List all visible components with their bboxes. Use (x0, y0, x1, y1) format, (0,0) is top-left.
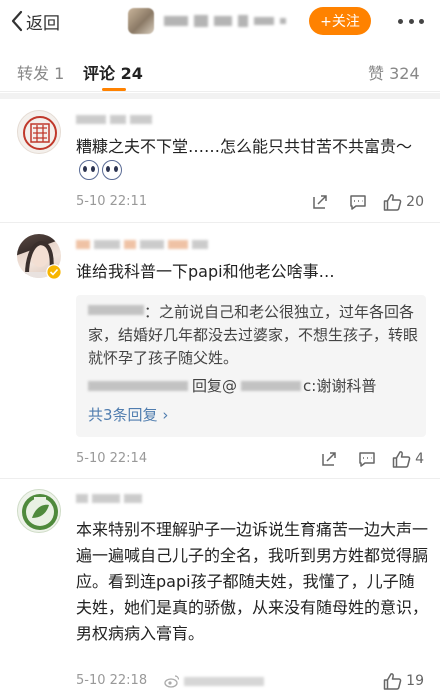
reply-text: ：之前说自己和老公很独立，过年各回各家，结婚好几年都没去过婆家，不想生孩子，转眼… (88, 303, 419, 367)
comment-icon[interactable] (348, 449, 386, 469)
comment-text: 谁给我科普一下papi和他老公啥事… (76, 262, 335, 281)
back-button[interactable]: 返回 (10, 8, 60, 34)
top-bar: 返回 +关注 (0, 0, 440, 44)
emoji-icon (79, 160, 99, 180)
thumbs-up-icon (383, 194, 402, 211)
share-icon[interactable] (310, 449, 348, 469)
username-redacted[interactable] (76, 494, 142, 503)
reply-preview[interactable]: ：之前说自己和老公很独立，过年各回各家，结婚好几年都没去过婆家，不想生孩子，转眼… (76, 295, 426, 437)
tab-comments[interactable]: 评论 24 (83, 60, 143, 84)
tab-bar: 转发 1 评论 24 赞 324 (0, 50, 440, 92)
active-tab-indicator (102, 88, 126, 91)
tab-likes[interactable]: 赞 324 (368, 60, 420, 84)
comment-timestamp: 5-10 22:18 (76, 673, 148, 688)
comment-text: 本来特别不理解驴子一边诉说生育痛苦一边大声一遍一遍喊自己儿子的全名，我听到男方姓… (76, 520, 429, 643)
back-label: 返回 (26, 13, 60, 34)
avatar[interactable] (17, 110, 61, 154)
avatar[interactable] (17, 489, 61, 533)
like-button[interactable]: 20 (383, 193, 424, 211)
follow-button[interactable]: +关注 (309, 7, 371, 35)
divider (0, 478, 440, 479)
comment-icon[interactable] (339, 192, 377, 212)
tab-repost[interactable]: 转发 1 (17, 60, 64, 84)
like-count: 19 (406, 673, 424, 689)
emoji-icon (102, 160, 122, 180)
verified-badge-icon (46, 264, 62, 280)
like-button[interactable]: 4 (392, 450, 424, 468)
thumbs-up-icon (383, 673, 402, 690)
green-badge-avatar-image (22, 494, 58, 530)
username-redacted[interactable] (76, 115, 152, 124)
divider (0, 222, 440, 223)
comment-timestamp: 5-10 22:14 (76, 451, 148, 466)
thumbs-up-icon (392, 451, 411, 468)
watermark (164, 674, 264, 688)
weibo-logo-icon (164, 675, 180, 688)
username-redacted[interactable] (76, 240, 208, 249)
more-dots-icon[interactable] (398, 11, 424, 31)
poster-avatar[interactable] (128, 8, 154, 34)
comment-actions: 20 (301, 192, 424, 212)
share-icon[interactable] (301, 192, 339, 212)
poster-info[interactable] (128, 6, 286, 36)
like-count: 20 (406, 194, 424, 210)
comment-timestamp: 5-10 22:11 (76, 194, 148, 209)
view-replies-link[interactable]: 共3条回复 (88, 404, 168, 425)
reply-line: 回复@ c:谢谢科普 (88, 375, 376, 396)
like-count: 4 (415, 451, 424, 467)
section-separator (0, 93, 440, 99)
chevron-left-icon (11, 10, 23, 32)
like-button[interactable]: 19 (383, 672, 424, 690)
seal-avatar-image (23, 116, 57, 150)
comment-text: 糟糠之夫不下堂……怎么能只共甘苦不共富贵～ (76, 135, 428, 183)
comment-actions: 4 (310, 449, 424, 469)
comment-actions: 19 (301, 671, 424, 691)
poster-name-redacted (164, 15, 286, 27)
